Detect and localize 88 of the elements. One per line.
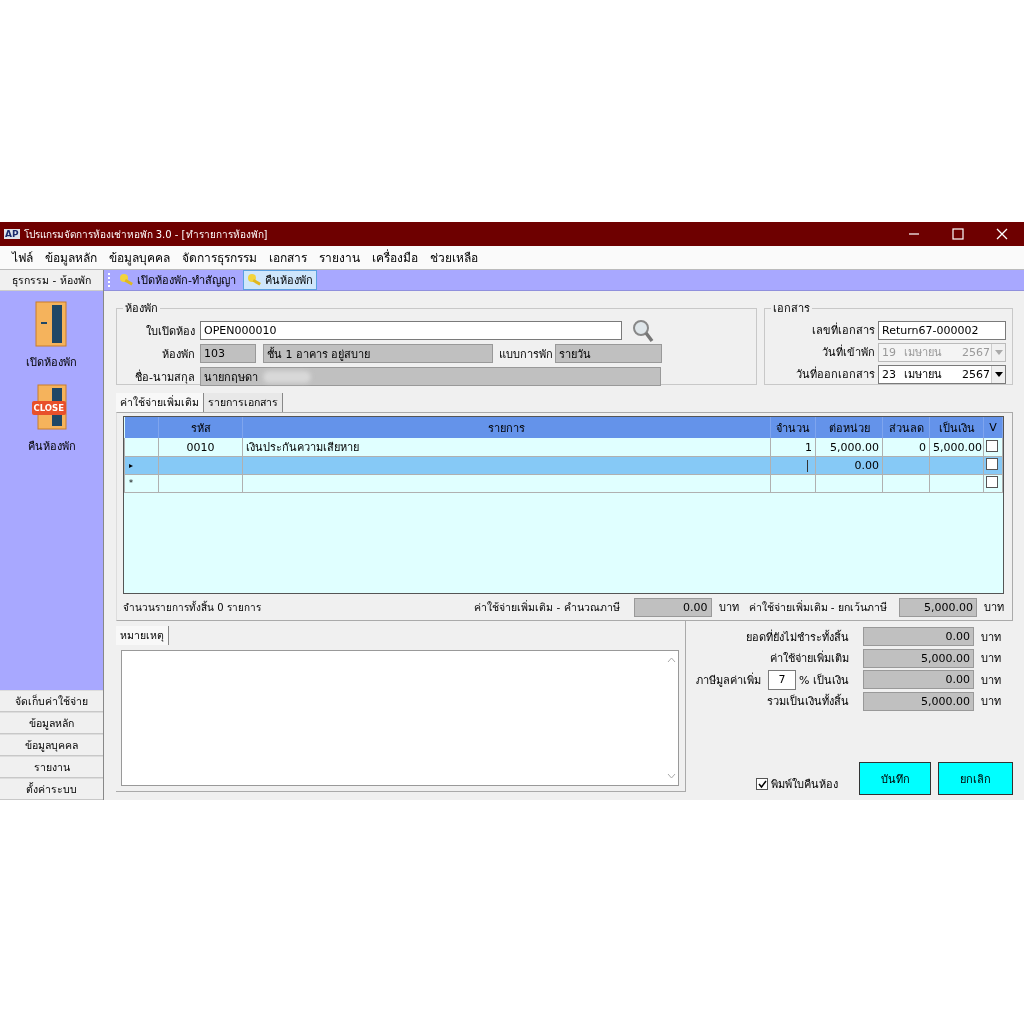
input-field[interactable]: OPEN000010: [200, 321, 622, 340]
column-header[interactable]: เป็นเงิน: [929, 417, 984, 438]
checkbox-label: พิมพ์ใบคืนห้อง: [771, 777, 838, 793]
checkbox[interactable]: [756, 778, 768, 790]
sidebar-item[interactable]: เปิดห้องพัก: [26, 353, 77, 371]
menu-item[interactable]: รายงาน: [319, 248, 360, 267]
input-field[interactable]: 103: [200, 344, 256, 363]
tab[interactable]: รายการเอกสาร: [204, 393, 283, 412]
maximize-icon[interactable]: [952, 228, 964, 240]
sidebar-section-button[interactable]: รายงาน: [0, 756, 103, 778]
column-header[interactable]: ต่อหน่วย: [815, 417, 883, 438]
row-marker: *: [129, 479, 133, 488]
sidebar-item[interactable]: คืนห้องพัก: [27, 437, 76, 455]
search-icon[interactable]: [632, 318, 654, 343]
menu-item[interactable]: เอกสาร: [269, 248, 307, 267]
column-header[interactable]: รหัส: [158, 417, 243, 438]
table-cell: 0010: [186, 440, 215, 454]
menu-item[interactable]: เครื่องมือ: [372, 248, 418, 267]
field-label: ชื่อ-นามสกุล: [134, 368, 196, 386]
sidebar-section-button[interactable]: ข้อมูลหลัก: [0, 712, 103, 734]
toolbar-button[interactable]: เปิดห้องพัก-ทำสัญญา: [115, 270, 240, 290]
field-label: % เป็นเงิน: [799, 672, 849, 689]
table-cell: 1: [805, 440, 812, 454]
unit-label: บาท: [981, 629, 1001, 646]
unit-label: บาท: [981, 694, 1001, 711]
input-field[interactable]: นายกฤษดา: [200, 367, 661, 386]
output-field: 5,000.00: [863, 648, 974, 668]
unit-label: บาท: [981, 672, 1001, 689]
sidebar-section-button[interactable]: ตั้งค่าระบบ: [0, 778, 103, 800]
app-badge: AP: [4, 229, 20, 239]
field-label: วันที่เข้าพัก: [821, 343, 876, 361]
close-icon[interactable]: [996, 228, 1008, 240]
field-label: ห้องพัก: [161, 346, 196, 363]
menu-item[interactable]: ช่วยเหลือ: [430, 248, 478, 267]
checkbox[interactable]: [986, 458, 998, 470]
menu-item[interactable]: ข้อมูลบุคคล: [109, 248, 170, 267]
field-label: ค่าใช้จ่ายเพิ่มเติม - ยกเว้นภาษี: [748, 599, 887, 615]
input-field[interactable]: Return67-000002: [878, 320, 1006, 340]
table-cell: 5,000.00: [933, 440, 982, 454]
unit-label: บาท: [981, 651, 1001, 668]
checkbox[interactable]: [986, 476, 998, 488]
field-label: ใบเปิดห้อง: [145, 323, 196, 340]
field-label: ค่าใช้จ่ายเพิ่มเติม - คำนวณภาษี: [474, 599, 620, 615]
sidebar-section-button[interactable]: จัดเก็บค่าใช้จ่าย: [0, 690, 103, 712]
output-field: 0.00: [863, 627, 974, 647]
input-field[interactable]: ชั้น 1 อาคาร อยู่สบาย: [263, 344, 493, 363]
date-picker[interactable]: 23 เมษายน 2567: [878, 364, 1006, 384]
row-marker: ▸: [129, 461, 133, 470]
menu-item[interactable]: ไฟล์: [12, 248, 33, 267]
sidebar-section-button[interactable]: ข้อมูลบุคคล: [0, 734, 103, 756]
field-label: ค่าใช้จ่ายเพิ่มเติม: [770, 649, 849, 668]
tab[interactable]: หมายเหตุ: [116, 626, 169, 645]
column-header[interactable]: รายการ: [242, 417, 771, 438]
table-cell: เงินประกันความเสียหาย: [246, 441, 359, 454]
output-field: 0.00: [633, 597, 712, 617]
checkbox[interactable]: [986, 439, 998, 452]
menu-item[interactable]: จัดการธุรกรรม: [182, 248, 257, 267]
toolbar-button[interactable]: คืนห้องพัก: [243, 270, 317, 290]
table-cell: 0: [919, 440, 926, 454]
table-cell: 5,000.00: [830, 440, 879, 454]
output-field: 5,000.00: [863, 691, 974, 711]
input-field[interactable]: 7: [768, 669, 797, 690]
unit-label: บาท: [718, 600, 739, 617]
field-label: รวมเป็นเงินทั้งสิ้น: [767, 693, 849, 711]
input-field[interactable]: รายวัน: [555, 344, 662, 363]
tab[interactable]: ค่าใช้จ่ายเพิ่มเติม: [116, 393, 204, 412]
action-button[interactable]: ยกเลิก: [938, 762, 1013, 795]
window-title: โปรแกรมจัดการห้องเช่าหอพัก 3.0 - [ทำรายการห้องพัก]: [23, 227, 268, 242]
item-count: จำนวนรายการทั้งสิ้น 0 รายการ: [123, 599, 261, 615]
action-button[interactable]: บันทึก: [859, 762, 931, 795]
field-label: ภาษีมูลค่าเพิ่ม: [696, 671, 762, 689]
field-label: เลขที่เอกสาร: [811, 321, 876, 339]
key-icon: [247, 273, 263, 287]
output-field: 5,000.00: [899, 597, 977, 617]
field-label: แบบการพัก: [499, 346, 554, 363]
unit-label: บาท: [984, 600, 1004, 617]
menu-item[interactable]: ข้อมูลหลัก: [45, 248, 97, 267]
door-icon[interactable]: [33, 299, 70, 349]
table-cell: 0.00: [854, 459, 879, 472]
dropdown-caret-icon[interactable]: [994, 371, 1003, 377]
key-icon: [119, 273, 135, 287]
column-header[interactable]: ส่วนลด: [882, 417, 930, 438]
field-label: วันที่ออกเอกสาร: [795, 365, 876, 383]
field-label: ยอดที่ยังไม่ชำระทั้งสิ้น: [746, 628, 849, 646]
group-title: ห้องพัก: [124, 301, 159, 317]
column-header[interactable]: จำนวน: [770, 417, 816, 438]
group-title: เอกสาร: [772, 301, 811, 317]
output-field: 0.00: [863, 670, 974, 690]
